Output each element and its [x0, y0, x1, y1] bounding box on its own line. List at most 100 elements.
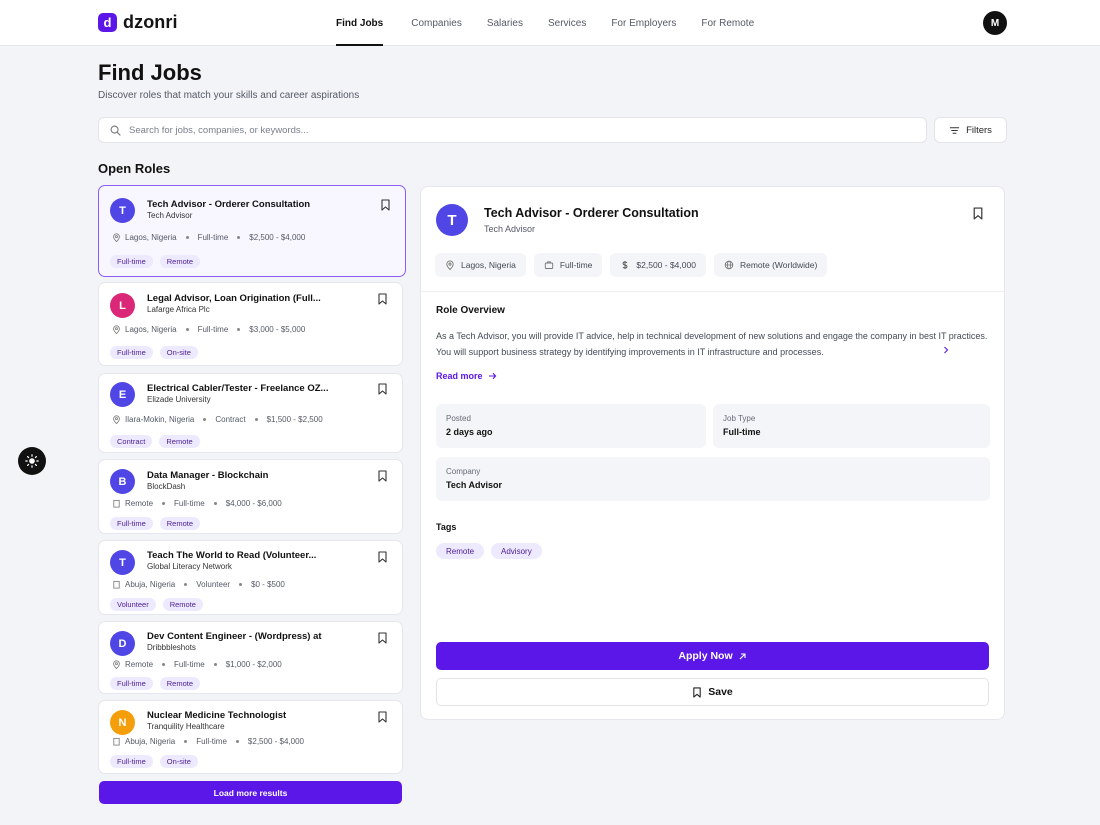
apply-now-button[interactable]: Apply Now [436, 642, 989, 670]
tag: Full-time [110, 255, 153, 268]
search-input[interactable] [129, 124, 889, 136]
company-avatar: E [110, 382, 135, 407]
chip-location: Lagos, Nigeria [435, 253, 526, 277]
detail-job-title: Tech Advisor - Orderer Consultation [484, 206, 699, 220]
bookmark-icon[interactable] [377, 383, 388, 395]
bookmark-icon[interactable] [380, 199, 391, 211]
posted-value: 2 days ago [446, 427, 493, 437]
company-avatar: T [110, 550, 135, 575]
job-type-box: Job Type Full-time [713, 404, 990, 448]
job-card[interactable]: N Nuclear Medicine Technologist Tranquil… [98, 700, 403, 774]
job-salary: $4,000 - $6,000 [225, 499, 282, 508]
company-avatar: B [110, 469, 135, 494]
search-icon [110, 125, 121, 136]
chip-label: $2,500 - $4,000 [636, 260, 696, 270]
open-roles-title: Open Roles [98, 161, 171, 176]
tag: Remote [159, 255, 201, 268]
chip-remote: Remote (Worldwide) [713, 253, 828, 277]
nav-for-remote[interactable]: For Remote [701, 0, 754, 46]
building-icon [113, 737, 120, 746]
theme-toggle-button[interactable] [18, 447, 46, 475]
job-detail-panel: T Tech Advisor - Orderer Consultation Te… [420, 186, 1005, 720]
tag: On-site [159, 346, 198, 359]
job-type-value: Full-time [723, 427, 761, 437]
read-more-link[interactable]: Read more [436, 371, 497, 381]
nav-find-jobs[interactable]: Find Jobs [336, 0, 384, 46]
apply-label: Apply Now [678, 650, 733, 662]
chip-label: Lagos, Nigeria [461, 260, 516, 270]
bookmark-icon[interactable] [377, 632, 388, 644]
job-card[interactable]: T Teach The World to Read (Volunteer... … [98, 540, 403, 615]
save-label: Save [708, 686, 733, 698]
job-card[interactable]: E Electrical Cabler/Tester - Freelance O… [98, 373, 403, 453]
job-location: Remote [125, 660, 154, 669]
nav-companies[interactable]: Companies [411, 0, 462, 46]
job-location: Abuja, Nigeria [125, 580, 176, 589]
user-avatar[interactable]: M [983, 11, 1007, 35]
job-meta: Lagos, Nigeria Full-time $2,500 - $4,000 [112, 233, 305, 242]
nav-services[interactable]: Services [548, 0, 586, 46]
sun-icon [25, 454, 39, 468]
job-salary: $3,000 - $5,000 [249, 325, 306, 334]
bookmark-icon[interactable] [377, 470, 388, 482]
load-more-button[interactable]: Load more results [99, 781, 402, 804]
job-location: Lagos, Nigeria [125, 325, 177, 334]
search-bar[interactable] [98, 117, 927, 143]
job-card[interactable]: B Data Manager - Blockchain BlockDash Re… [98, 459, 403, 534]
logo-icon: d [98, 13, 117, 32]
logo[interactable]: d dzonri [98, 12, 178, 33]
job-card[interactable]: L Legal Advisor, Loan Origination (Full.… [98, 282, 403, 366]
bookmark-icon[interactable] [377, 293, 388, 305]
read-more-label: Read more [436, 371, 483, 381]
job-company: Global Literacy Network [147, 562, 232, 571]
tag: Full-time [110, 677, 153, 690]
job-title: Tech Advisor - Orderer Consultation [147, 199, 311, 210]
job-type: Full-time [197, 233, 229, 242]
briefcase-icon [544, 261, 553, 269]
tag: Contract [110, 435, 153, 448]
save-button[interactable]: Save [436, 678, 989, 706]
external-arrow-icon [739, 652, 746, 659]
role-overview-text: As a Tech Advisor, you will provide IT a… [436, 331, 988, 357]
job-location: Remote [125, 499, 154, 508]
filters-icon [949, 126, 960, 134]
job-salary: $2,500 - $4,000 [249, 233, 306, 242]
pin-icon [113, 325, 120, 334]
tags-heading: Tags [436, 522, 457, 532]
filters-button[interactable]: Filters [934, 117, 1007, 143]
tag: Remote [162, 598, 203, 611]
job-title: Nuclear Medicine Technologist [147, 710, 287, 721]
nav-for-employers[interactable]: For Employers [611, 0, 676, 46]
tag: Volunteer [110, 598, 156, 611]
main-nav: Find Jobs Companies Salaries Services Fo… [336, 0, 754, 46]
bookmark-icon[interactable] [972, 207, 984, 220]
tag: Full-time [110, 346, 153, 359]
page-subtitle: Discover roles that match your skills an… [98, 90, 360, 101]
posted-box: Posted 2 days ago [436, 404, 706, 448]
tag: Remote [159, 517, 201, 530]
nav-salaries[interactable]: Salaries [487, 0, 523, 46]
tag: Advisory [491, 543, 542, 559]
top-navbar: d dzonri Find Jobs Companies Salaries Se… [0, 0, 1100, 46]
bookmark-icon[interactable] [377, 711, 388, 723]
job-meta: Lagos, Nigeria Full-time $3,000 - $5,000 [112, 325, 305, 334]
chevron-right-icon[interactable] [942, 346, 950, 354]
job-card[interactable]: T Tech Advisor - Orderer Consultation Te… [98, 185, 406, 277]
job-location: Lagos, Nigeria [125, 233, 177, 242]
job-type: Full-time [174, 499, 205, 508]
company-avatar: T [436, 204, 468, 236]
job-card[interactable]: D Dev Content Engineer - (Wordpress) at … [98, 621, 403, 694]
company-avatar: D [110, 631, 135, 656]
tag: Full-time [110, 755, 153, 768]
job-meta: Abuja, Nigeria Volunteer $0 - $500 [112, 580, 285, 589]
posted-label: Posted [446, 414, 471, 423]
job-title: Teach The World to Read (Volunteer... [147, 550, 317, 561]
chip-label: Remote (Worldwide) [739, 260, 818, 270]
job-location: Ilara-Mokin, Nigeria [125, 415, 195, 424]
job-company: Tranquility Healthcare [147, 722, 225, 731]
bookmark-icon[interactable] [377, 551, 388, 563]
job-company: Elizade University [147, 395, 211, 404]
role-overview-heading: Role Overview [436, 305, 505, 316]
company-box: Company Tech Advisor [436, 457, 990, 501]
tag: Remote [159, 677, 201, 690]
